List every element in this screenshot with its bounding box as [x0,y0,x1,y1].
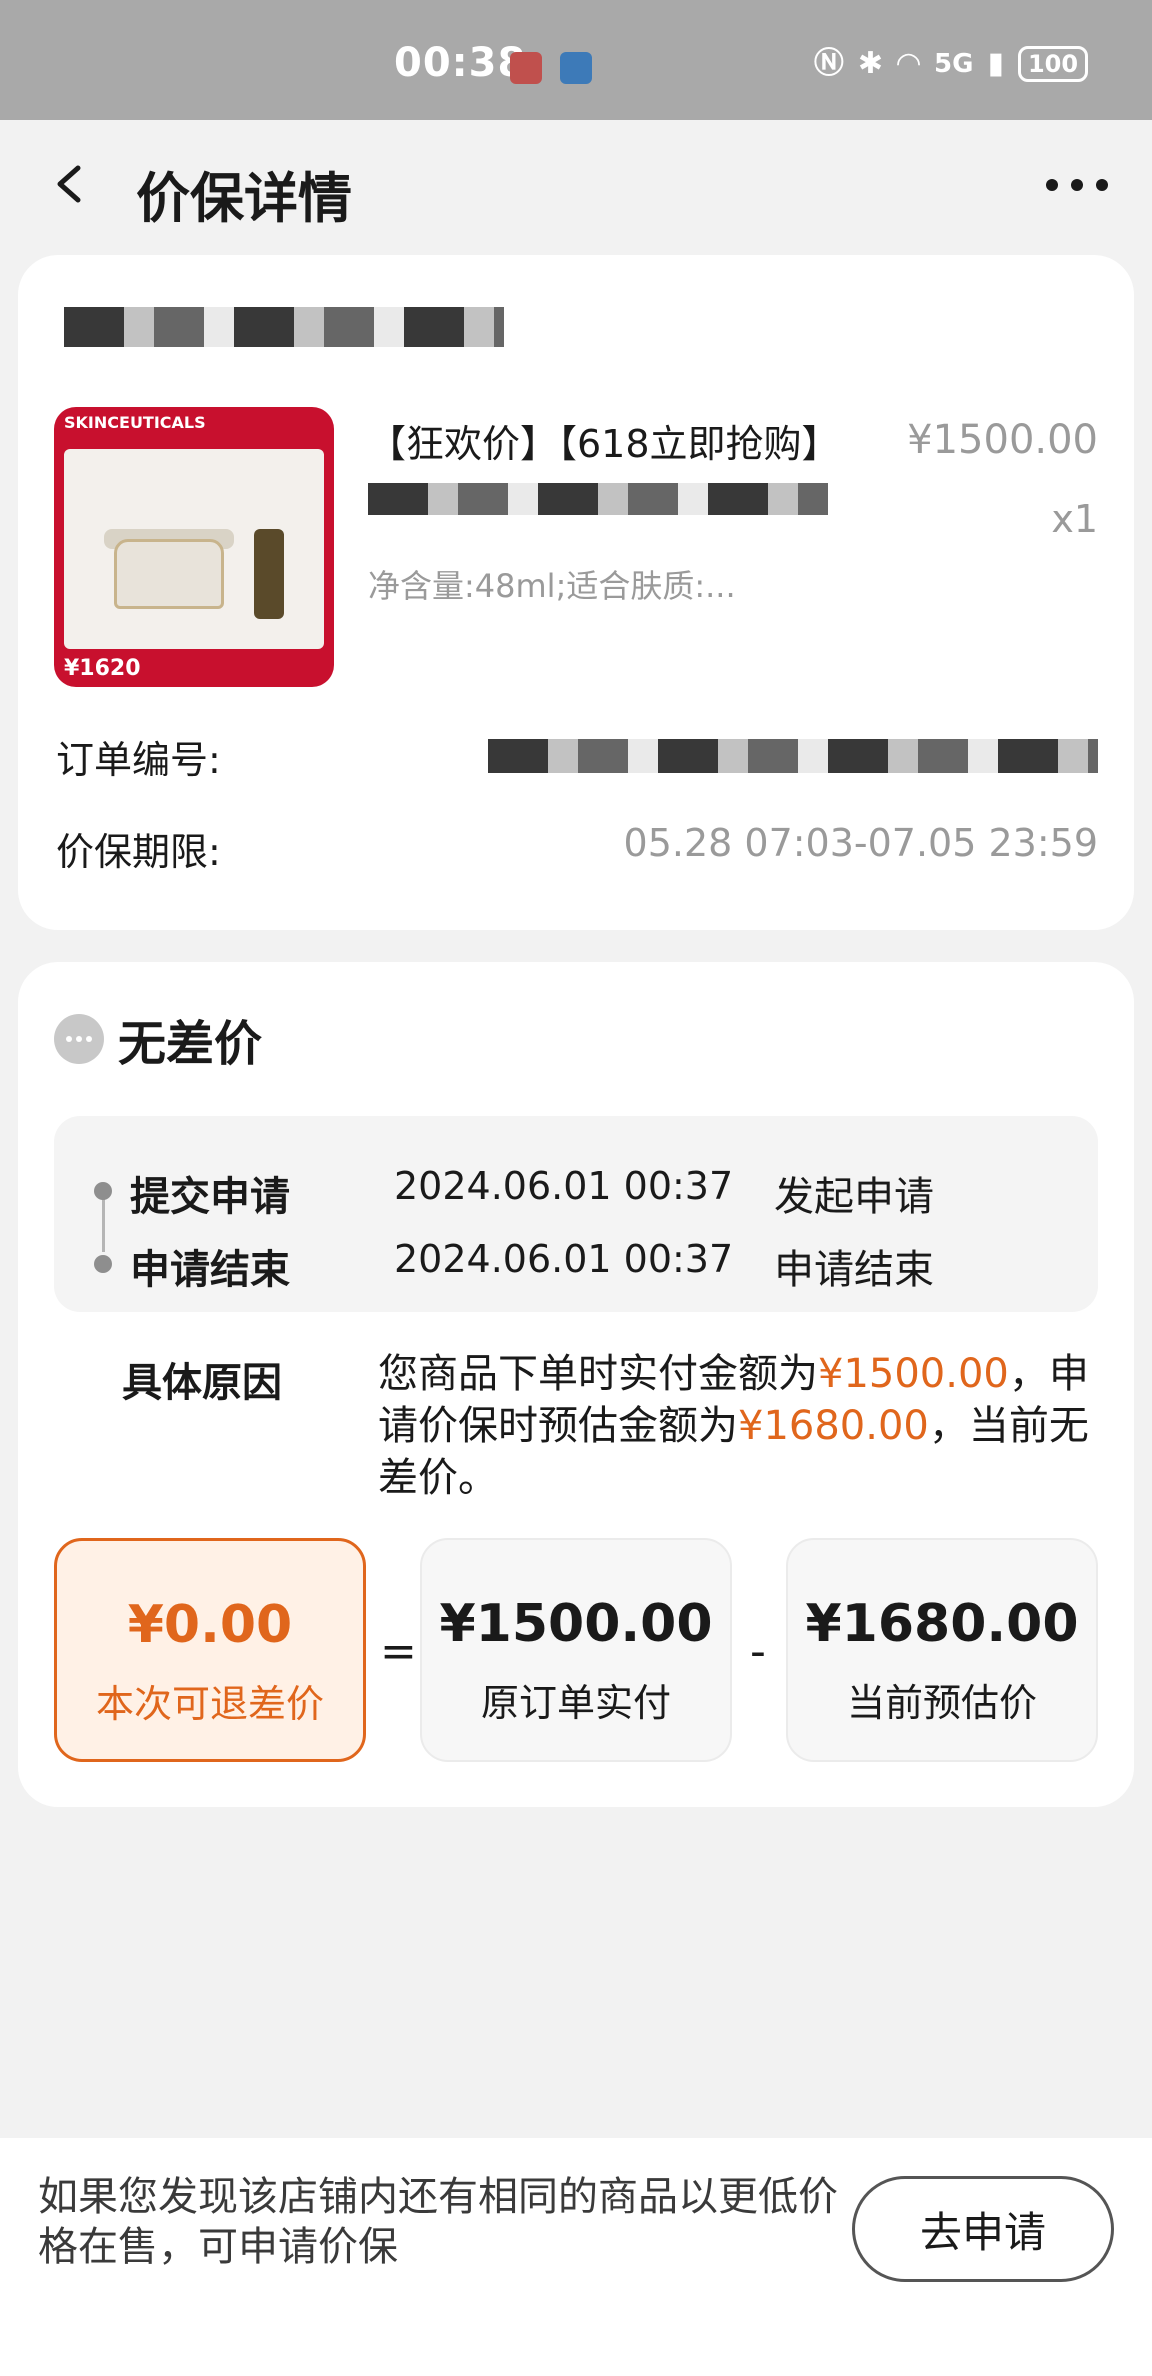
bluetooth-icon: ✱ [857,46,883,81]
page-title: 价保详情 [136,167,352,230]
original-paid-box: ¥1500.00 原订单实付 [420,1538,732,1762]
equals-sign: = [380,1626,417,1677]
timeline-step-action: 发起申请 [774,1174,934,1220]
reason-estimated-amount: ¥1680.00 [738,1403,929,1449]
timeline-dot-icon [94,1255,112,1273]
status-bar: 00:38 Ⓝ ✱ ◠ 5G ▮ 100 [0,0,1152,120]
protection-period-label: 价保期限: [56,830,221,874]
nav-bar: 价保详情 [0,120,1152,250]
battery-icon: 100 [1018,46,1088,82]
back-arrow-icon[interactable] [50,164,90,204]
timeline-step-name: 提交申请 [130,1174,290,1220]
signal-icon: ▮ [987,46,1004,81]
product-spec: 净含量:48ml;适合肤质:... [368,567,736,605]
current-estimate-box: ¥1680.00 当前预估价 [786,1538,1098,1762]
product-image-price: ¥1620 [64,656,141,681]
product-title[interactable]: 【狂欢价】【618立即抢购】 [368,413,840,468]
product-image[interactable]: SKINCEUTICALS ¥1620 [54,407,334,687]
reason-label: 具体原因 [122,1360,282,1406]
price-protection-page: 00:38 Ⓝ ✱ ◠ 5G ▮ 100 价保详情 SKINCEUTICALS [0,0,1152,2376]
order-number-label: 订单编号: [56,738,221,782]
nfc-icon: Ⓝ [813,46,844,81]
network-type-label: 5G [934,49,974,79]
status-title: 无差价 [118,1016,263,1072]
product-price: ¥1500.00 [907,417,1098,463]
minus-sign: - [750,1626,766,1677]
reason-paid-amount: ¥1500.00 [818,1351,1009,1397]
product-image-brand: SKINCEUTICALS [64,413,206,432]
bottom-hint-text: 如果您发现该店铺内还有相同的商品以更低价格在售，可申请价保 [38,2174,838,2270]
product-quantity: x1 [1051,497,1098,541]
product-name-redacted [368,483,828,515]
current-estimate-amount: ¥1680.00 [805,1594,1079,1654]
timeline-step-action: 申请结束 [774,1247,934,1293]
reason-text-part: 您商品下单时实付金额为 [378,1351,818,1397]
current-estimate-label: 当前预估价 [846,1681,1037,1725]
reason-text: 您商品下单时实付金额为¥1500.00，申请价保时预估金额为¥1680.00，当… [378,1348,1098,1504]
status-time: 00:38 [394,40,527,86]
order-card: SKINCEUTICALS ¥1620 【狂欢价】【618立即抢购】 ¥1500… [18,255,1134,930]
product-image-panel [64,449,324,649]
more-options-icon[interactable] [1042,170,1112,200]
shop-name-redacted [64,307,504,347]
protection-period-value: 05.28 07:03-07.05 23:59 [623,821,1098,865]
pending-dots-icon [54,1014,104,1064]
timeline-dot-icon [94,1182,112,1200]
timeline-step: 申请结束 2024.06.01 00:37 申请结束 [54,1229,1098,1293]
timeline-step-time: 2024.06.01 00:37 [394,1237,734,1281]
reader-app-icon [510,52,542,84]
timeline-step-name: 申请结束 [130,1247,290,1293]
order-number-redacted [488,739,1098,773]
bottom-bar: 如果您发现该店铺内还有相同的商品以更低价格在售，可申请价保 去申请 [0,2138,1152,2376]
serum-bottle-shape [254,529,284,619]
status-card: 无差价 提交申请 2024.06.01 00:37 发起申请 申请结束 2024… [18,962,1134,1807]
refund-difference-box: ¥0.00 本次可退差价 [54,1538,366,1762]
apply-button[interactable]: 去申请 [852,2176,1114,2282]
refund-difference-label: 本次可退差价 [95,1682,324,1726]
wifi-icon: ◠ [896,46,921,81]
browser-app-icon [560,52,592,84]
timeline: 提交申请 2024.06.01 00:37 发起申请 申请结束 2024.06.… [54,1116,1098,1312]
original-paid-amount: ¥1500.00 [439,1594,713,1654]
status-icons: Ⓝ ✱ ◠ 5G ▮ 100 [814,46,1088,82]
refund-difference-amount: ¥0.00 [127,1595,293,1655]
timeline-step-time: 2024.06.01 00:37 [394,1164,734,1208]
timeline-step: 提交申请 2024.06.01 00:37 发起申请 [54,1156,1098,1220]
original-paid-label: 原订单实付 [480,1681,671,1725]
jar-shape [114,539,224,609]
